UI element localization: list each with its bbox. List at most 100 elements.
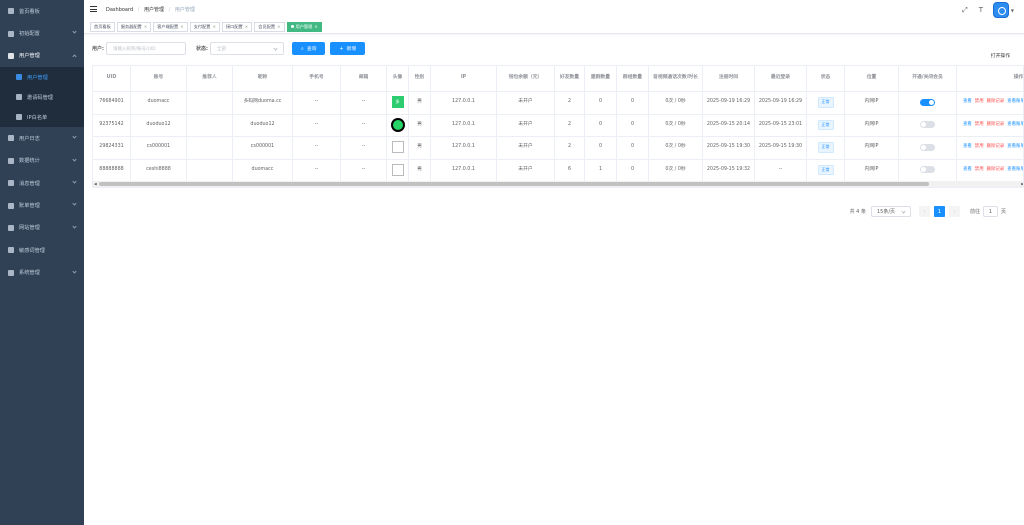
page-size-select[interactable]: 15条/页 (870, 206, 911, 217)
reg-time-cell: 2025-09-15 19:30 (703, 136, 755, 159)
status-select[interactable]: 全部 (210, 42, 284, 55)
sidebar-item-stats[interactable]: 数据统计 (0, 150, 84, 172)
email-cell: -- (341, 91, 387, 114)
nickname-cell: 多码网duoma.cc (233, 91, 293, 114)
avatar-cell (387, 136, 409, 159)
close-icon[interactable]: × (180, 24, 184, 29)
tag-dashboard[interactable]: 首页看板 (90, 21, 115, 32)
sidebar-item-user-mgmt[interactable]: 用户管理 (0, 45, 84, 67)
view-bill-link[interactable]: 查看账单 (1007, 144, 1023, 151)
vip-toggle[interactable] (920, 98, 935, 106)
status-cell: 正常 (807, 136, 845, 159)
column-header: 注册时间 (703, 66, 755, 91)
delete-records-link[interactable]: 删除记录 (987, 144, 1005, 151)
sidebar-item-label: 数据统计 (19, 158, 40, 165)
scroll-left-icon[interactable]: ◀ (94, 182, 97, 186)
page-number-button[interactable]: 1 (933, 206, 945, 217)
prev-page-button[interactable]: ‹ (918, 206, 930, 217)
table-row: 92375142 duoduo12 duoduo12 -- -- 男 127.0.0.1 未开… (93, 113, 1023, 137)
sidebar-item-bills[interactable]: 账单管理 (0, 194, 84, 216)
sidebar-item-label: 网站管理 (19, 225, 40, 232)
tag-client-config[interactable]: 客户端配置 × (153, 21, 188, 32)
next-page-button[interactable]: › (948, 206, 960, 217)
chevron-down-icon (72, 29, 77, 35)
sidebar-item-invite-codes[interactable]: 邀请码管理 (0, 87, 84, 107)
disable-link[interactable]: 禁用 (975, 122, 984, 129)
view-bill-link[interactable]: 查看账单 (1007, 122, 1023, 129)
column-header: 手机号 (293, 66, 341, 91)
column-header: UID (93, 66, 131, 91)
close-icon[interactable]: × (144, 24, 148, 29)
disable-link[interactable]: 禁用 (975, 144, 984, 151)
close-icon[interactable]: × (212, 24, 216, 29)
sidebar-item-label: 用户管理 (19, 53, 40, 60)
actions-cell: 查看禁用删除记录查看账单重置 (957, 114, 1023, 137)
wallet-cell: 未开户 (497, 113, 555, 136)
status-badge: 正常 (817, 164, 834, 175)
breadcrumb-home[interactable]: Dashboard (106, 7, 133, 13)
column-header: 昵称 (233, 66, 293, 91)
disable-link[interactable]: 禁用 (975, 99, 984, 106)
tag-pay-config[interactable]: 支付配置 × (189, 21, 220, 32)
chevron-down-icon (72, 268, 77, 274)
column-header: 性别 (409, 66, 431, 91)
horizontal-scrollbar[interactable]: ◀ ▶ (93, 181, 1023, 187)
reg-time-cell: 2025-09-19 16:29 (703, 91, 755, 114)
friends-cell: 2 (555, 136, 585, 159)
vip-toggle[interactable] (920, 121, 935, 129)
sidebar-item-ip-whitelist[interactable]: IP白名单 (0, 107, 84, 127)
vip-toggle[interactable] (920, 166, 935, 174)
goto-page-input[interactable]: 1 (982, 206, 998, 217)
wallet-cell: 未开户 (497, 136, 555, 159)
tag-server-config[interactable]: 服务器配置 × (116, 21, 152, 32)
reg-time-cell: 2025-09-15 20:14 (703, 113, 755, 136)
last-login-cell: -- (755, 158, 807, 181)
column-header: 开通/关闭会员 (899, 66, 957, 91)
view-link[interactable]: 查看 (963, 167, 972, 174)
view-link[interactable]: 查看 (963, 122, 972, 129)
sidebar-item-dashboard[interactable]: 首页看板 (0, 0, 84, 22)
sidebar-item-label: 初始配置 (19, 31, 40, 38)
view-link[interactable]: 查看 (963, 99, 972, 106)
disable-link[interactable]: 禁用 (975, 167, 984, 174)
account-cell: duomacc (131, 91, 187, 114)
groups-created-cell: 0 (585, 113, 617, 136)
sidebar-item-system[interactable]: 系统管理 (0, 262, 84, 284)
tag-api-config[interactable]: 接口配置 × (221, 21, 253, 32)
font-size-icon[interactable]: T (977, 6, 985, 14)
sidebar-item-init-config[interactable]: 初始配置 (0, 22, 84, 44)
delete-records-link[interactable]: 删除记录 (987, 99, 1005, 106)
fullscreen-icon[interactable]: ⤢ (961, 6, 969, 14)
hamburger-icon[interactable] (90, 6, 97, 12)
user-search-input[interactable]: 请输入昵称/账号/UID (106, 42, 186, 55)
vip-toggle[interactable] (920, 143, 935, 151)
query-button[interactable]: ⌕ 查询 (292, 42, 326, 55)
friends-cell: 6 (555, 158, 585, 181)
avatar[interactable] (992, 2, 1009, 18)
delete-records-link[interactable]: 删除记录 (987, 167, 1005, 174)
tag-user-mgmt[interactable]: 用户管理 × (286, 21, 322, 32)
avatar-cell (387, 158, 409, 181)
scrollbar-thumb[interactable] (99, 182, 929, 186)
add-button[interactable]: + 新增 (330, 42, 366, 55)
sidebar-item-user-log[interactable]: 用户日志 (0, 127, 84, 149)
sidebar-item-users[interactable]: 用户管理 (0, 67, 84, 87)
view-bill-link[interactable]: 查看账单 (1007, 99, 1023, 106)
gender-cell: 男 (409, 158, 431, 181)
sidebar-item-messages[interactable]: 消息管理 (0, 172, 84, 194)
view-link[interactable]: 查看 (963, 144, 972, 151)
groups-created-cell: 0 (585, 136, 617, 159)
caret-down-icon[interactable]: ▼ (1011, 8, 1014, 13)
broken-image-icon (391, 163, 404, 176)
close-icon[interactable]: × (277, 24, 281, 29)
breadcrumb-parent[interactable]: 用户管理 (144, 7, 164, 13)
sidebar-item-website[interactable]: 网站管理 (0, 217, 84, 239)
delete-records-link[interactable]: 删除记录 (987, 122, 1005, 129)
close-icon[interactable]: × (314, 24, 318, 29)
tag-vip-config[interactable]: 会员配置 × (254, 21, 285, 32)
close-icon[interactable]: × (245, 24, 249, 29)
sidebar-item-sensitive-words[interactable]: 敏感词管理 (0, 239, 84, 261)
open-actions-link[interactable]: 打开操作 (991, 52, 1010, 59)
location-cell: 内网IP (845, 91, 899, 114)
view-bill-link[interactable]: 查看账单 (1007, 167, 1023, 174)
